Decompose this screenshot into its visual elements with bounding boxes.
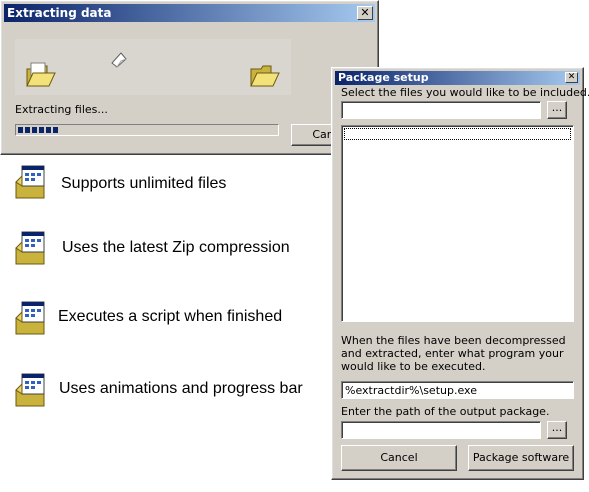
package-setup-close-button[interactable]: ✕ (565, 72, 578, 83)
progress-segment (46, 127, 51, 133)
package-setup-window: Package setup ✕ Select the files you wou… (331, 67, 589, 480)
progress-segment (53, 127, 58, 133)
extract-progress-bar (15, 124, 279, 136)
output-path-label: Enter the path of the output package. (341, 405, 550, 418)
copy-animation-area (15, 39, 291, 95)
package-setup-title: Package setup (338, 71, 429, 84)
package-setup-title-bar: Package setup ✕ (335, 71, 580, 85)
feature-text: Executes a script when finished (58, 308, 283, 325)
output-path-browse-button[interactable]: ... (547, 421, 567, 439)
installer-window-icon (15, 301, 45, 335)
extracting-status-text: Extracting files... (15, 103, 108, 116)
progress-fill (16, 125, 58, 135)
installer-window-icon (15, 231, 45, 265)
package-software-button[interactable]: Package software (468, 445, 574, 471)
extracting-title: Extracting data (7, 6, 112, 20)
output-path-input[interactable] (341, 421, 541, 439)
select-files-browse-button[interactable]: ... (547, 101, 567, 119)
progress-segment (39, 127, 44, 133)
feature-text: Uses the latest Zip compression (62, 239, 290, 256)
source-folder-icon (26, 62, 56, 87)
program-label: When the files have been decompressed an… (341, 334, 566, 373)
package-cancel-label: Cancel (380, 451, 418, 464)
flying-paper-icon (111, 52, 127, 68)
file-list-box[interactable] (341, 125, 574, 322)
progress-segment (25, 127, 30, 133)
installer-window-icon (15, 373, 45, 407)
installer-window-icon (15, 165, 45, 199)
package-software-label: Package software (472, 451, 570, 464)
select-files-label: Select the files you would like to be in… (341, 86, 589, 99)
progress-segment (32, 127, 37, 133)
package-cancel-button[interactable]: Cancel (341, 445, 457, 471)
extracting-close-button[interactable]: ✕ (357, 6, 373, 20)
extracting-title-bar: Extracting data ✕ (4, 4, 375, 22)
destination-folder-icon (250, 65, 280, 87)
select-files-input[interactable] (341, 101, 541, 119)
feature-text: Uses animations and progress bar (59, 380, 303, 397)
file-list-selection (344, 128, 571, 140)
program-input[interactable] (341, 381, 574, 399)
feature-text: Supports unlimited files (61, 175, 227, 192)
progress-segment (18, 127, 23, 133)
extracting-data-window: Extracting data ✕ Extracting files... Ca… (0, 0, 379, 155)
